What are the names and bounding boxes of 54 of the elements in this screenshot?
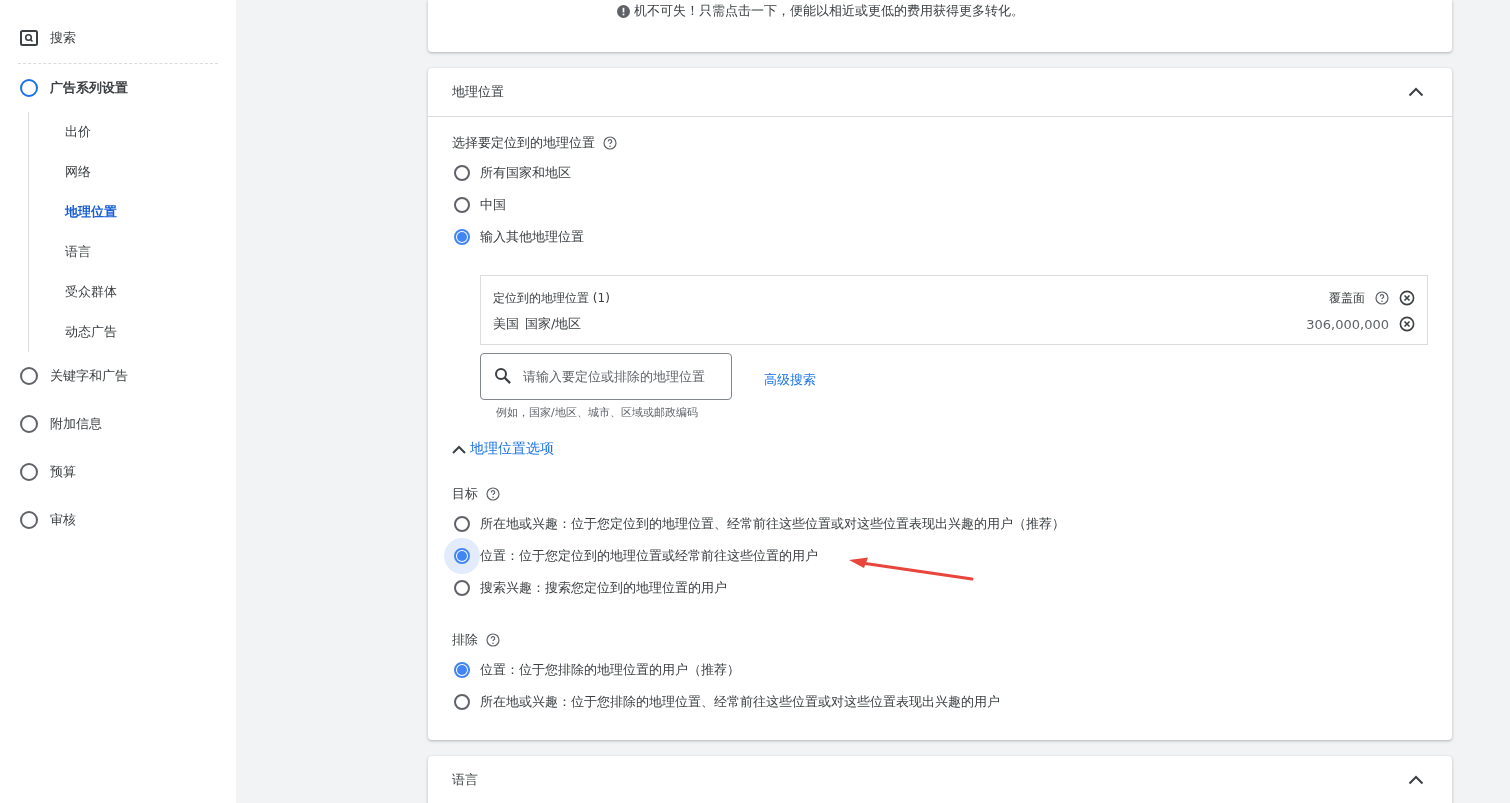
field-label: 目标: [452, 485, 478, 503]
radio-label: 所在地或兴趣：位于您定位到的地理位置、经常前往这些位置或对这些位置表现出兴趣的用户（推荐）: [480, 515, 1065, 533]
panel-heading: 定位到的地理位置 (1): [493, 289, 610, 307]
sidebar-item[interactable]: 关键字和广告: [50, 367, 128, 385]
alert-icon: [617, 4, 630, 18]
help-icon[interactable]: [486, 487, 500, 501]
field-hint: 例如，国家/地区、城市、区域或邮政编码: [496, 405, 699, 420]
sidebar-item[interactable]: 预算: [50, 463, 76, 481]
advanced-search-link[interactable]: 高级搜索: [764, 370, 816, 389]
sidebar-item[interactable]: 附加信息: [50, 415, 102, 433]
radio-label: 位置：位于您排除的地理位置的用户（推荐）: [480, 661, 740, 679]
radio-button[interactable]: [454, 197, 470, 213]
location-options-toggle[interactable]: 地理位置选项: [452, 440, 554, 458]
radio-button[interactable]: [454, 580, 470, 596]
radio-button[interactable]: [454, 694, 470, 710]
sidebar-subitem[interactable]: 出价: [65, 112, 236, 152]
column-heading: 覆盖面: [1329, 289, 1365, 307]
sidebar-subitem[interactable]: 网络: [65, 152, 236, 192]
radio-label: 输入其他地理位置: [480, 228, 584, 246]
location-type: 国家/地区: [525, 315, 582, 333]
radio-label: 位置：位于您定位到的地理位置或经常前往这些位置的用户: [480, 547, 818, 565]
chevron-up-icon[interactable]: [1408, 775, 1424, 785]
sidebar-subitem[interactable]: 地理位置: [65, 192, 236, 232]
radio-button[interactable]: [454, 229, 470, 245]
radio-button[interactable]: [454, 516, 470, 532]
chevron-up-icon: [452, 444, 466, 454]
radio-button[interactable]: [454, 165, 470, 181]
radio-label: 所在地或兴趣：位于您排除的地理位置、经常前往这些位置或对这些位置表现出兴趣的用户: [480, 693, 1000, 711]
remove-icon[interactable]: [1399, 290, 1415, 306]
remove-icon[interactable]: [1399, 316, 1415, 332]
reach-value: 306,000,000: [1306, 316, 1389, 332]
radio-button[interactable]: [454, 662, 470, 678]
field-label: 排除: [452, 631, 478, 649]
search-icon: [494, 367, 512, 385]
sidebar-subitem[interactable]: 受众群体: [65, 272, 236, 312]
card-title: 地理位置: [452, 83, 504, 101]
radio-label: 搜索兴趣：搜索您定位到的地理位置的用户: [480, 579, 727, 597]
search-field[interactable]: 请输入要定位或排除的地理位置: [480, 353, 732, 400]
help-icon[interactable]: [1375, 291, 1389, 305]
sidebar-item[interactable]: 广告系列设置: [50, 79, 128, 97]
help-icon[interactable]: [486, 633, 500, 647]
sidebar-subitem[interactable]: 动态广告: [65, 312, 236, 352]
location-name: 美国: [493, 315, 519, 333]
chevron-up-icon[interactable]: [1408, 87, 1424, 97]
radio-label: 中国: [480, 196, 506, 214]
notice-text: 机不可失！只需点击一下，便能以相近或更低的费用获得更多转化。: [634, 2, 1024, 20]
field-label: 选择要定位到的地理位置: [452, 134, 595, 152]
sidebar-item[interactable]: 搜索: [50, 29, 76, 47]
card-title: 语言: [452, 771, 478, 789]
radio-label: 所有国家和地区: [480, 164, 571, 182]
help-icon[interactable]: [603, 136, 617, 150]
sidebar-item[interactable]: 审核: [50, 511, 76, 529]
sidebar-subitem[interactable]: 语言: [65, 232, 236, 272]
search-icon: [20, 30, 38, 46]
